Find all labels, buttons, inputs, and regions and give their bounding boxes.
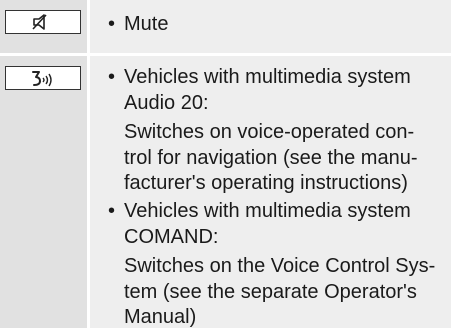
key-cell bbox=[0, 56, 87, 328]
function-table: • Mute • Vehicles with multimedia system… bbox=[0, 0, 451, 328]
description-line: Manual) bbox=[124, 306, 197, 328]
voice-control-button-symbol bbox=[5, 66, 81, 90]
condition-line: Vehicles with multimedia system bbox=[124, 66, 411, 88]
description-cell: • Mute bbox=[90, 0, 451, 53]
description-line: Switches on voice-operated con- bbox=[124, 121, 415, 143]
bullet: • bbox=[108, 66, 116, 88]
mute-label: Mute bbox=[124, 13, 169, 35]
table-row-mute: • Mute bbox=[0, 0, 451, 53]
description-line: trol for navigation (see the manu- bbox=[124, 146, 418, 169]
condition-line: COMAND: bbox=[124, 225, 219, 248]
bullet: • bbox=[108, 200, 116, 222]
condition-line: Vehicles with multimedia system bbox=[124, 200, 411, 222]
description-line: tem (see the separate Operator's bbox=[124, 280, 417, 303]
table-row-voice-control: • Vehicles with multimedia system Audio … bbox=[0, 56, 451, 328]
bullet: • bbox=[108, 13, 116, 35]
voice-control-icon bbox=[32, 71, 52, 87]
mute-icon bbox=[32, 14, 47, 30]
description-cell: • Vehicles with multimedia system Audio … bbox=[90, 56, 451, 328]
mute-button-symbol bbox=[5, 10, 81, 34]
description-line: facturer's operating instructions) bbox=[124, 172, 408, 194]
description-line: Switches on the Voice Control Sys- bbox=[124, 255, 436, 277]
condition-line: Audio 20: bbox=[124, 91, 209, 114]
key-cell bbox=[0, 0, 87, 53]
